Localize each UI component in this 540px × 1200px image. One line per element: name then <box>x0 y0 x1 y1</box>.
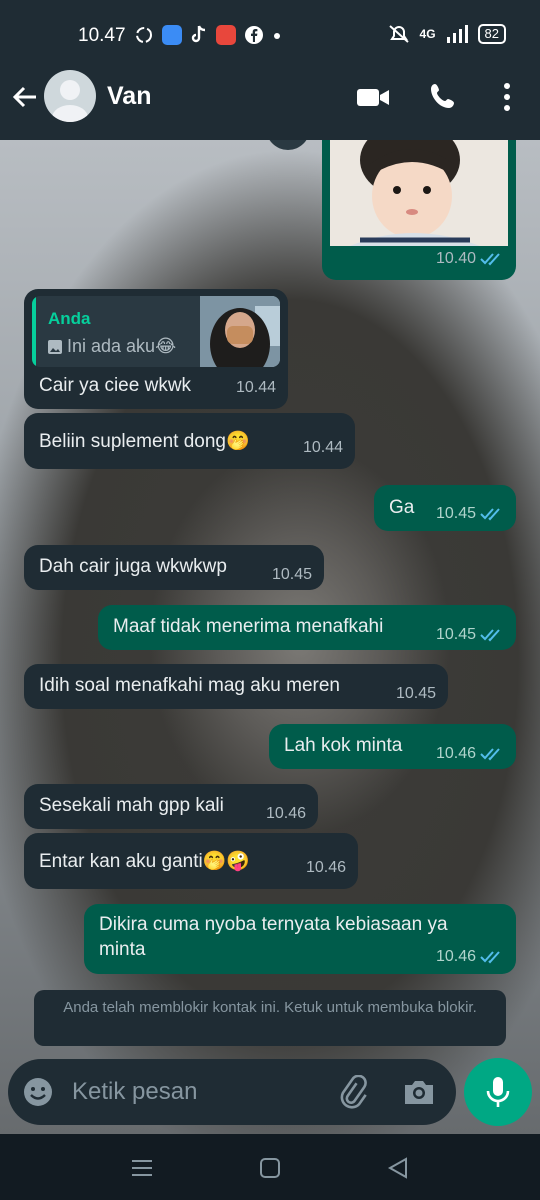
menu-icon[interactable] <box>130 1156 154 1180</box>
message-composer <box>8 1059 456 1125</box>
back-icon[interactable] <box>386 1156 410 1180</box>
message-time: 10.46 <box>436 948 504 966</box>
message-text: Maaf tidak menerima menafkahi <box>113 616 384 637</box>
reply-text-content: Ini ada aku😂 <box>67 336 177 356</box>
message-bubble-incoming[interactable]: Dah cair juga wkwkwp 10.45 <box>24 545 324 590</box>
reply-thumbnail <box>200 296 280 367</box>
reply-bar <box>32 296 36 367</box>
message-bubble-incoming[interactable]: Sesekali mah gpp kali 10.46 <box>24 784 318 829</box>
message-time-text: 10.46 <box>435 948 476 965</box>
video-call-icon[interactable] <box>356 82 390 112</box>
phone-call-icon[interactable] <box>428 82 462 112</box>
system-nav-bar <box>0 1134 540 1200</box>
contact-name[interactable]: Van <box>107 82 151 111</box>
message-bubble-outgoing[interactable]: Dikira cuma nyoba ternyata kebiasaan ya … <box>84 904 516 974</box>
read-ticks-icon <box>480 748 500 761</box>
message-time: 10.44 <box>302 439 343 456</box>
wps-icon <box>216 25 236 45</box>
messenger-icon <box>162 25 182 45</box>
message-time-text: 10.40 <box>435 250 476 267</box>
mic-icon <box>486 1077 510 1107</box>
message-time: 10.45 <box>436 505 504 523</box>
reply-author: Anda <box>48 309 91 328</box>
message-time: 10.46 <box>305 859 346 876</box>
message-time-text: 10.45 <box>435 505 476 522</box>
read-ticks-icon <box>480 951 500 964</box>
message-text-line-2: minta <box>99 939 146 960</box>
battery-level: 82 <box>477 24 506 44</box>
message-time: 10.46 <box>265 805 306 822</box>
message-text: Cair ya ciee wkwk <box>39 375 192 396</box>
message-text: Idih soal menafkahi mag aku meren <box>39 675 340 696</box>
message-time: 10.45 <box>395 685 436 702</box>
status-app-icons <box>134 25 282 45</box>
blocked-contact-notice[interactable]: Anda telah memblokir kontak ini. Ketuk u… <box>34 990 506 1046</box>
attach-icon[interactable] <box>336 1075 370 1109</box>
facebook-icon <box>245 26 263 44</box>
message-text: Entar kan aku ganti🤭🤪 <box>39 851 251 872</box>
message-bubble-incoming[interactable]: Anda Ini ada aku😂 Cair ya ciee wkwk 10.4… <box>24 289 288 409</box>
status-right: 4G 82 <box>388 24 506 44</box>
voice-record-button[interactable] <box>464 1058 532 1126</box>
avatar[interactable] <box>44 70 96 122</box>
message-bubble-incoming[interactable]: Beliin suplement dong🤭 10.44 <box>24 413 355 469</box>
message-bubble-outgoing[interactable]: Ga 10.45 <box>374 485 516 531</box>
message-time: 10.44 <box>235 379 276 396</box>
message-text: Lah kok minta <box>284 735 403 756</box>
read-ticks-icon <box>480 629 500 642</box>
message-input[interactable] <box>72 1073 332 1111</box>
chat-header: Van <box>0 56 540 140</box>
message-bubble-outgoing[interactable]: Maaf tidak menerima menafkahi 10.45 <box>98 605 516 650</box>
reply-quote[interactable]: Anda Ini ada aku😂 <box>32 296 280 367</box>
photo-thumbnail[interactable] <box>330 140 508 246</box>
message-time-text: 10.45 <box>435 626 476 643</box>
mute-icon <box>388 25 409 43</box>
status-time: 10.47 <box>78 25 126 46</box>
scroll-indicator <box>266 140 310 150</box>
camera-icon[interactable] <box>402 1076 436 1108</box>
message-time-text: 10.46 <box>435 745 476 762</box>
read-ticks-icon <box>480 253 500 266</box>
photo-icon <box>48 339 62 354</box>
message-text: Dah cair juga wkwkwp <box>39 556 227 577</box>
read-ticks-icon <box>480 508 500 521</box>
message-bubble-incoming[interactable]: Entar kan aku ganti🤭🤪 10.46 <box>24 833 358 889</box>
network-label: 4G <box>419 27 436 41</box>
tiktok-icon <box>191 25 206 43</box>
emoji-icon[interactable] <box>22 1076 54 1108</box>
photo-message-bubble[interactable]: 10.40 <box>322 140 516 280</box>
back-arrow-icon[interactable] <box>10 82 40 112</box>
message-text-line-1: Dikira cuma nyoba ternyata kebiasaan ya <box>99 914 448 935</box>
message-time: 10.45 <box>271 566 312 583</box>
signal-icon <box>446 25 468 43</box>
message-time: 10.45 <box>436 626 504 644</box>
message-bubble-incoming[interactable]: Idih soal menafkahi mag aku meren 10.45 <box>24 664 448 709</box>
more-dot-icon <box>274 33 280 39</box>
message-text: Ga <box>389 497 415 518</box>
sync-icon <box>136 27 152 43</box>
message-time: 10.46 <box>436 745 504 763</box>
message-text: Beliin suplement dong🤭 <box>39 431 250 452</box>
reply-text: Ini ada aku😂 <box>48 336 176 357</box>
message-bubble-outgoing[interactable]: Lah kok minta 10.46 <box>269 724 516 769</box>
home-icon[interactable] <box>258 1156 282 1180</box>
message-time: 10.40 <box>436 250 504 268</box>
more-vert-icon[interactable] <box>490 82 524 112</box>
message-text: Sesekali mah gpp kali <box>39 795 224 816</box>
